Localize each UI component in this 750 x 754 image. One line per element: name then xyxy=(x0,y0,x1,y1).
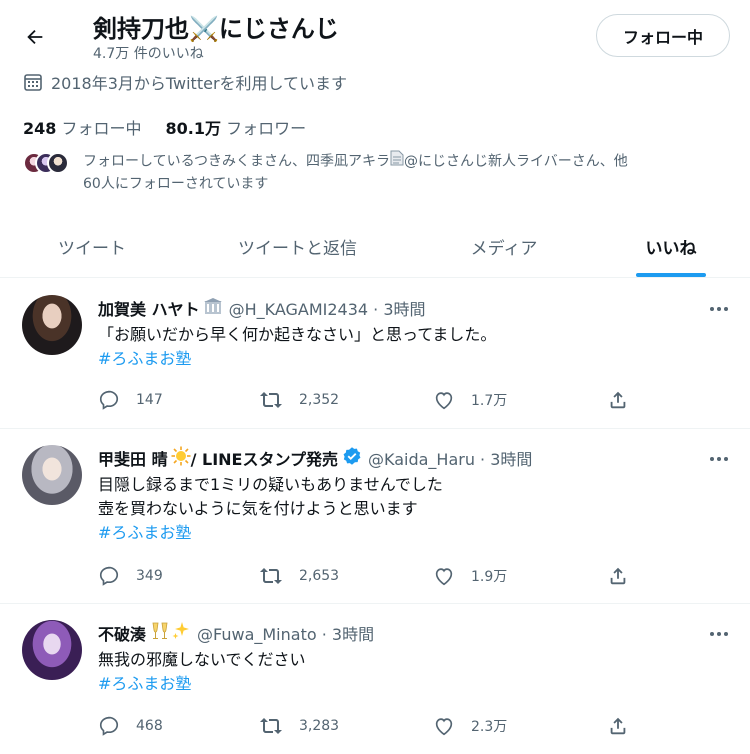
back-button[interactable] xyxy=(20,22,50,52)
profile-tabs: ツイート ツイートと返信 メディア いいね xyxy=(0,214,750,278)
more-icon xyxy=(710,457,728,461)
following-link[interactable]: 248 フォロー中 xyxy=(23,119,142,138)
tweet-actions: 349 2,653 1.9万 xyxy=(98,565,638,589)
active-tab-indicator xyxy=(636,273,706,277)
following-button[interactable]: フォロー中 xyxy=(596,14,730,57)
hashtag-link[interactable]: #ろふまお塾 xyxy=(98,672,306,696)
like-button[interactable]: 1.7万 xyxy=(433,389,507,411)
tweet[interactable]: 甲斐田 晴 / LINEスタンプ発売 @Kaida_Haru · 3時間 目隠し… xyxy=(0,429,750,604)
more-button[interactable] xyxy=(706,449,732,469)
avatar[interactable] xyxy=(22,620,82,680)
back-arrow-icon xyxy=(27,29,43,45)
joined-text: 2018年3月からTwitterを利用しています xyxy=(51,74,348,93)
handle-and-time: @Fuwa_Minato · 3時間 xyxy=(197,625,375,644)
reply-button[interactable]: 468 xyxy=(98,715,163,737)
hashtag-link[interactable]: #ろふまお塾 xyxy=(98,521,443,545)
tweet-actions: 147 2,352 1.7万 xyxy=(98,389,638,413)
avatar[interactable] xyxy=(22,445,82,505)
known-followers[interactable]: フォローしているつきみくまさん、四季凪アキラ @にじさんじ新人ライバーさん、他 60… xyxy=(23,150,733,198)
retweet-button[interactable]: 3,283 xyxy=(259,715,339,737)
page-title: 剣持刀也⚔️にじさんじ xyxy=(93,15,339,43)
followers-link[interactable]: 80.1万 フォロワー xyxy=(166,119,307,138)
share-icon xyxy=(610,717,626,735)
like-button[interactable]: 1.9万 xyxy=(433,565,507,587)
more-button[interactable] xyxy=(706,299,732,319)
tweet-actions: 468 3,283 2.3万 xyxy=(98,715,638,739)
reply-icon xyxy=(99,566,119,586)
more-button[interactable] xyxy=(706,624,732,644)
champagne-icon xyxy=(149,621,171,645)
known-followers-avatars xyxy=(23,152,73,176)
like-icon xyxy=(435,718,453,736)
calendar-icon xyxy=(24,74,42,91)
author-name-suffix[interactable]: / LINEスタンプ発売 xyxy=(191,446,338,470)
share-icon xyxy=(610,391,626,409)
verified-icon xyxy=(342,446,362,470)
sparkles-icon xyxy=(171,621,191,645)
tweet[interactable]: 加賀美 ハヤト @H_KAGAMI2434 · 3時間 「お願いだから早く何か起… xyxy=(0,279,750,429)
tweet[interactable]: 不破湊 @Fuwa_Minato · 3時間 無我の邪魔しないでください #ろふ… xyxy=(0,604,750,754)
known-followers-text: フォローしているつきみくまさん、四季凪アキラ @にじさんじ新人ライバーさん、他 60… xyxy=(83,150,733,195)
like-icon xyxy=(435,568,453,586)
following-label: フォロー中 xyxy=(61,119,142,138)
author-name[interactable]: 加賀美 ハヤト xyxy=(98,296,200,320)
tweet-header: 不破湊 @Fuwa_Minato · 3時間 xyxy=(98,621,374,645)
reply-button[interactable]: 147 xyxy=(98,389,163,411)
author-name[interactable]: 不破湊 xyxy=(98,621,146,645)
retweet-icon xyxy=(260,718,282,734)
tweet-header: 加賀美 ハヤト @H_KAGAMI2434 · 3時間 xyxy=(98,296,426,320)
following-count: 248 xyxy=(23,119,57,138)
handle-and-time: @Kaida_Haru · 3時間 xyxy=(367,450,533,469)
tweet-text: 無我の邪魔しないでください #ろふまお塾 xyxy=(98,648,306,696)
tweet-text: 目隠し録るまで1ミリの疑いもありませんでした 壺を買わないように気を付けようと思… xyxy=(98,473,443,545)
share-icon xyxy=(610,567,626,585)
reply-icon xyxy=(99,716,119,736)
profile-header: 剣持刀也⚔️にじさんじ 4.7万 件のいいね フォロー中 xyxy=(0,0,750,70)
tab-media[interactable]: メディア xyxy=(445,214,563,278)
retweet-icon xyxy=(260,568,282,584)
more-icon xyxy=(710,632,728,636)
hashtag-link[interactable]: #ろふまお塾 xyxy=(98,347,496,371)
tab-tweets[interactable]: ツイート xyxy=(22,214,162,278)
tweet-header: 甲斐田 晴 / LINEスタンプ発売 @Kaida_Haru · 3時間 xyxy=(98,446,532,470)
share-button[interactable] xyxy=(607,715,645,737)
followers-label: フォロワー xyxy=(226,119,307,138)
retweet-button[interactable]: 2,653 xyxy=(259,565,339,587)
avatar xyxy=(47,152,69,174)
follow-counts: 248 フォロー中 80.1万 フォロワー xyxy=(23,115,306,139)
author-name[interactable]: 甲斐田 晴 xyxy=(98,446,168,470)
likes-count: 4.7万 件のいいね xyxy=(93,46,204,62)
like-icon xyxy=(435,392,453,410)
retweet-icon xyxy=(260,392,282,408)
reply-icon xyxy=(99,390,119,410)
followers-count: 80.1万 xyxy=(165,119,221,138)
page-icon xyxy=(390,150,404,173)
like-button[interactable]: 2.3万 xyxy=(433,715,507,737)
share-button[interactable] xyxy=(607,389,645,411)
share-button[interactable] xyxy=(607,565,645,587)
reply-button[interactable]: 349 xyxy=(98,565,163,587)
handle-and-time: @H_KAGAMI2434 · 3時間 xyxy=(228,300,426,319)
tab-likes[interactable]: いいね xyxy=(618,214,724,278)
avatar[interactable] xyxy=(22,295,82,355)
tab-tweets-and-replies[interactable]: ツイートと返信 xyxy=(210,214,385,278)
sun-icon xyxy=(171,446,191,470)
building-icon xyxy=(203,297,223,319)
joined-date: 2018年3月からTwitterを利用しています xyxy=(23,70,347,94)
retweet-button[interactable]: 2,352 xyxy=(259,389,339,411)
tweet-text: 「お願いだから早く何か起きなさい」と思ってました。 #ろふまお塾 xyxy=(98,323,496,371)
more-icon xyxy=(710,307,728,311)
